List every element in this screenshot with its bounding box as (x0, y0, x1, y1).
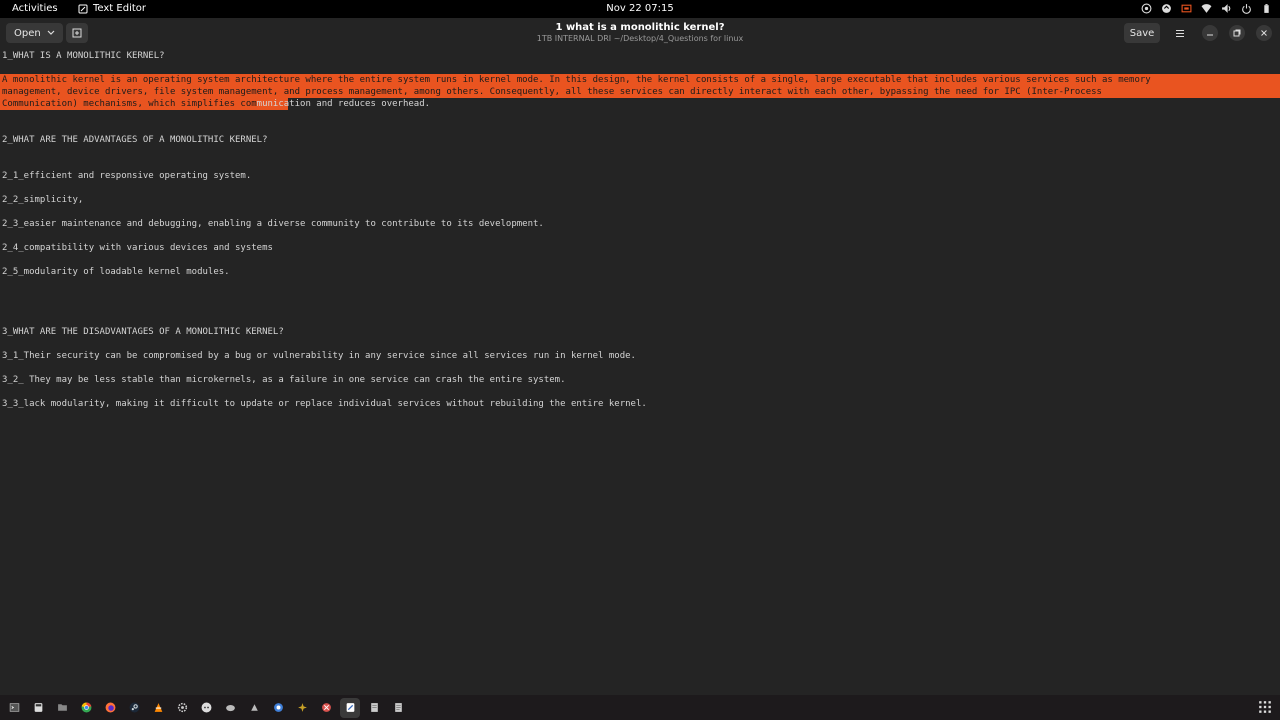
app-icon-3[interactable] (268, 698, 288, 718)
selected-text: Communication) mechanisms, which simplif… (2, 99, 257, 109)
text-line[interactable]: 3_WHAT ARE THE DISADVANTAGES OF A MONOLI… (2, 326, 284, 338)
battery-icon[interactable] (1260, 2, 1272, 14)
text-line[interactable]: 2_1_efficient and responsive operating s… (2, 170, 251, 182)
settings-icon[interactable] (172, 698, 192, 718)
text-editor-app-icon (78, 4, 88, 13)
wifi-icon[interactable] (1200, 2, 1212, 14)
text-line[interactable]: 3_2_ They may be less stable than microk… (2, 374, 566, 386)
text-line[interactable]: 2_WHAT ARE THE ADVANTAGES OF A MONOLITHI… (2, 134, 268, 146)
app-icon-2[interactable] (244, 698, 264, 718)
close-button[interactable] (1256, 25, 1272, 41)
discord-icon[interactable] (196, 698, 216, 718)
activities-button[interactable]: Activities (12, 3, 58, 14)
update-icon[interactable] (1160, 2, 1172, 14)
app-icon-5[interactable] (316, 698, 336, 718)
volume-icon[interactable] (1220, 2, 1232, 14)
text-line[interactable]: 2_5_modularity of loadable kernel module… (2, 266, 230, 278)
text-editor-icon[interactable] (340, 697, 360, 718)
app-menu[interactable]: Text Editor (78, 3, 146, 14)
top-bar: Activities Text Editor Nov 22 07:15 (0, 0, 1280, 18)
minimize-icon (1207, 34, 1213, 36)
minimize-button[interactable] (1202, 25, 1218, 41)
unselected-text: munication and reduces overhead. (256, 99, 431, 109)
text-line[interactable]: 2_4_compatibility with various devices a… (2, 242, 273, 254)
text-line[interactable]: 3_3_lack modularity, making it difficult… (2, 398, 647, 410)
header-bar: Open 1 what is a monolithic kernel? 1TB … (0, 18, 1280, 48)
show-apps-icon[interactable] (1258, 700, 1272, 714)
document-icon[interactable] (364, 698, 384, 718)
text-editor-area[interactable]: 1_WHAT IS A MONOLITHIC KERNEL? A monolit… (0, 48, 1280, 695)
firefox-icon[interactable] (100, 698, 120, 718)
steam-tray-icon[interactable] (1140, 2, 1152, 14)
app-menu-label: Text Editor (93, 3, 146, 14)
close-icon (1261, 30, 1267, 36)
power-icon[interactable] (1240, 2, 1252, 14)
screen-share-icon[interactable] (1180, 2, 1192, 14)
hamburger-menu-icon (1176, 29, 1184, 37)
chrome-icon[interactable] (76, 698, 96, 718)
save-button[interactable]: Save (1124, 23, 1160, 43)
text-line[interactable]: Communication) mechanisms, which simplif… (2, 98, 430, 110)
dock (0, 695, 1280, 720)
files-icon[interactable] (52, 698, 72, 718)
document-icon-2[interactable] (388, 698, 408, 718)
text-line[interactable]: 3_1_Their security can be compromised by… (2, 350, 636, 362)
main-menu-button[interactable] (1170, 23, 1190, 43)
document-path: 1TB INTERNAL DRI ~/Desktop/4_Questions f… (536, 34, 744, 43)
selected-text-line[interactable]: management, device drivers, file system … (2, 86, 1102, 98)
system-tray[interactable] (1140, 2, 1272, 14)
text-line[interactable]: 2_3_easier maintenance and debugging, en… (2, 218, 544, 230)
app-icon-4[interactable] (292, 698, 312, 718)
vlc-icon[interactable] (148, 698, 168, 718)
maximize-button[interactable] (1229, 25, 1245, 41)
text-line[interactable]: 2_2_simplicity, (2, 194, 83, 206)
clock[interactable]: Nov 22 07:15 (606, 3, 673, 14)
restore-icon (1233, 29, 1241, 37)
calculator-icon[interactable] (28, 698, 48, 718)
selected-text-line[interactable]: A monolithic kernel is an operating syst… (2, 74, 1151, 86)
steam-icon[interactable] (124, 698, 144, 718)
window-title-area: 1 what is a monolithic kernel? 1TB INTER… (0, 22, 1280, 43)
text-line[interactable]: 1_WHAT IS A MONOLITHIC KERNEL? (2, 50, 165, 62)
app-icon[interactable] (220, 698, 240, 718)
terminal-icon[interactable] (4, 698, 24, 718)
document-title: 1 what is a monolithic kernel? (555, 22, 725, 33)
